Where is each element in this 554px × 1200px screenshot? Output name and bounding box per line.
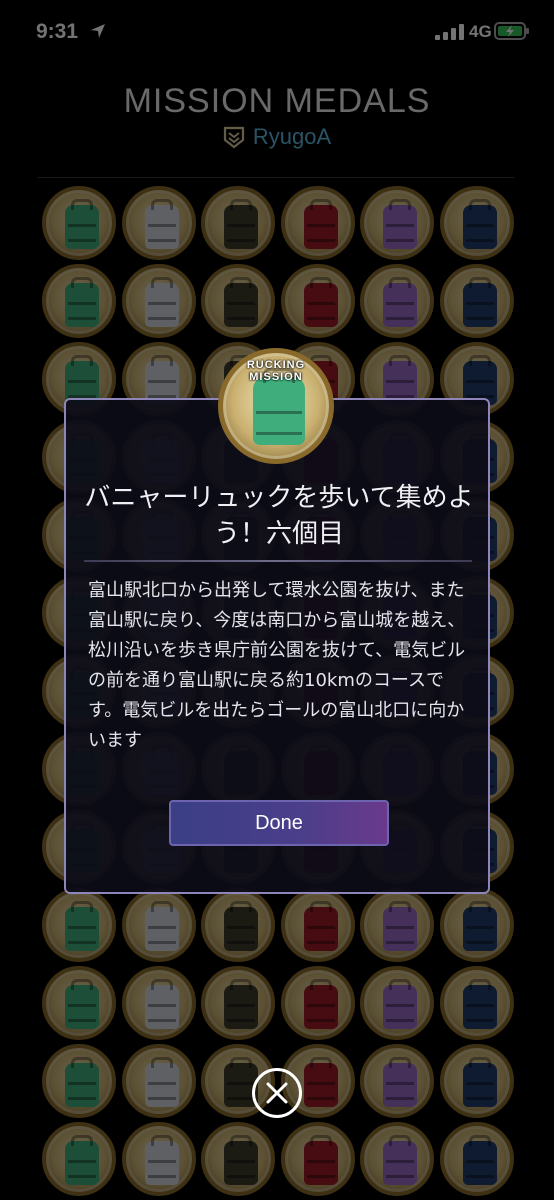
mission-medal[interactable] xyxy=(42,1044,116,1118)
medal-row xyxy=(42,1122,514,1200)
cellular-signal-icon xyxy=(435,24,464,40)
user-row: RyugoA xyxy=(0,124,554,150)
mission-medal[interactable] xyxy=(280,888,355,962)
mission-medal[interactable] xyxy=(201,966,276,1040)
mission-medal[interactable] xyxy=(121,888,196,962)
medal-ring xyxy=(125,1048,192,1114)
mission-medal[interactable] xyxy=(42,264,116,338)
dialog-description: 富山駅北口から出発して環水公園を抜け、また富山駅に戻り、今度は南口から富山城を越… xyxy=(88,580,466,751)
mission-medal[interactable] xyxy=(280,966,355,1040)
header-divider xyxy=(38,177,514,178)
mission-medal[interactable] xyxy=(42,186,116,260)
mission-medal[interactable] xyxy=(121,1122,196,1196)
mission-medal[interactable] xyxy=(121,264,196,338)
medal-ring xyxy=(46,268,112,334)
medal-ring xyxy=(364,190,431,256)
medal-ring xyxy=(46,970,112,1036)
medal-ring xyxy=(46,1048,112,1114)
medal-ring xyxy=(125,1126,192,1192)
close-button[interactable] xyxy=(252,1068,302,1118)
faction-badge-icon xyxy=(223,126,244,149)
mission-medal[interactable] xyxy=(360,186,435,260)
medal-row xyxy=(42,186,514,264)
mission-medal[interactable] xyxy=(201,186,276,260)
medal-dialog: バニャーリュックを歩いて集めよう！六個目 富山駅北口から出発して環水公園を抜け、… xyxy=(64,398,490,894)
status-bar: 9:31 4G xyxy=(0,0,554,66)
mission-medal[interactable] xyxy=(42,966,116,1040)
mission-medal[interactable] xyxy=(439,1044,514,1118)
close-icon xyxy=(266,1082,288,1104)
mission-medal[interactable] xyxy=(42,888,116,962)
mission-medal[interactable] xyxy=(280,264,355,338)
medal-ring xyxy=(205,970,272,1036)
mission-medal[interactable] xyxy=(439,966,514,1040)
medal-ring xyxy=(125,190,192,256)
medal-ring xyxy=(364,1126,431,1192)
mission-medal[interactable] xyxy=(201,1122,276,1196)
medal-ring xyxy=(443,1048,510,1114)
mission-medal[interactable] xyxy=(439,264,514,338)
medal-ring xyxy=(284,970,351,1036)
medal-ring xyxy=(205,268,272,334)
mission-medal[interactable] xyxy=(280,186,355,260)
medal-ring xyxy=(223,353,329,459)
medal-ring xyxy=(284,1126,351,1192)
location-arrow-icon xyxy=(91,24,105,38)
dialog-title: バニャーリュックを歩いて集めよう！六個目 xyxy=(84,483,474,549)
username[interactable]: RyugoA xyxy=(253,124,331,150)
medal-ring xyxy=(125,892,192,958)
medal-ring xyxy=(443,892,510,958)
mission-medal[interactable] xyxy=(280,1122,355,1196)
medal-ring xyxy=(284,268,351,334)
mission-medal[interactable] xyxy=(360,966,435,1040)
dialog-divider xyxy=(84,560,472,562)
mission-medal[interactable] xyxy=(121,1044,196,1118)
medal-row xyxy=(42,966,514,1044)
medal-ring xyxy=(125,970,192,1036)
medal-ring xyxy=(46,892,112,958)
medal-ring xyxy=(205,1126,272,1192)
done-button[interactable]: Done xyxy=(169,800,389,846)
mission-medal[interactable] xyxy=(360,264,435,338)
medal-ring xyxy=(443,970,510,1036)
medal-ring xyxy=(364,1048,431,1114)
medal-ring xyxy=(205,190,272,256)
medal-ring xyxy=(125,268,192,334)
medal-ring xyxy=(284,892,351,958)
mission-medal[interactable] xyxy=(121,966,196,1040)
mission-medal[interactable] xyxy=(201,264,276,338)
mission-medal[interactable] xyxy=(42,1122,116,1196)
medal-ring xyxy=(443,190,510,256)
medal-ring xyxy=(443,1126,510,1192)
medal-ring xyxy=(205,892,272,958)
featured-medal: RUCKING MISSION xyxy=(218,348,334,464)
mission-medal[interactable] xyxy=(439,888,514,962)
mission-medal[interactable] xyxy=(201,888,276,962)
status-time: 9:31 xyxy=(36,20,79,43)
mission-medal[interactable] xyxy=(360,888,435,962)
mission-medal[interactable] xyxy=(439,1122,514,1196)
mission-medal[interactable] xyxy=(360,1122,435,1196)
mission-medal[interactable] xyxy=(439,186,514,260)
medal-ring xyxy=(46,1126,112,1192)
page-title: MISSION MEDALS xyxy=(123,82,431,120)
medal-ring xyxy=(443,268,510,334)
medal-row xyxy=(42,264,514,342)
medal-ring xyxy=(284,190,351,256)
medal-ring xyxy=(364,970,431,1036)
medal-row xyxy=(42,888,514,966)
medal-ring xyxy=(364,268,431,334)
network-type: 4G xyxy=(469,22,492,41)
mission-medal[interactable] xyxy=(360,1044,435,1118)
medal-ring xyxy=(46,190,112,256)
battery-charging-icon xyxy=(494,22,529,40)
mission-medal[interactable] xyxy=(121,186,196,260)
medal-ring xyxy=(364,892,431,958)
